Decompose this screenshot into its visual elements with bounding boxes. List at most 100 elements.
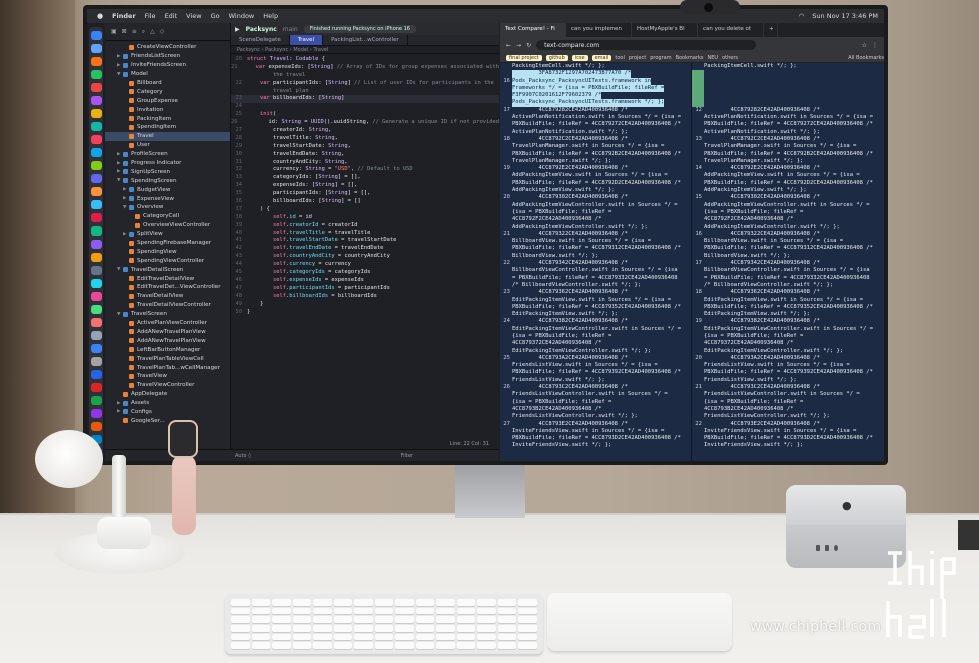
dock-app-icon[interactable] <box>90 395 102 405</box>
reload-icon[interactable]: ↻ <box>526 42 531 49</box>
dock-app-icon[interactable] <box>90 252 102 262</box>
navigator-item[interactable]: ActivePlanViewController <box>105 319 230 328</box>
dock-app-icon[interactable] <box>90 31 102 41</box>
run-icon[interactable]: ▶ <box>235 26 240 33</box>
navigator-item[interactable]: User <box>105 141 230 150</box>
navigator-item[interactable]: ▶ Configs <box>105 408 230 417</box>
navigator-item[interactable]: ▼ Model <box>105 70 230 79</box>
menu-item[interactable]: Edit <box>165 12 178 20</box>
bookmark[interactable]: tool <box>615 55 624 61</box>
dock-app-icon[interactable] <box>90 148 102 158</box>
navigator-item[interactable]: EditTravelDetailView <box>105 274 230 283</box>
navigator-item[interactable]: SpendingViewController <box>105 256 230 265</box>
dock-app-icon[interactable] <box>90 200 102 210</box>
dock-app-icon[interactable] <box>90 291 102 301</box>
menu-item[interactable]: Help <box>263 12 278 20</box>
navigator-item[interactable]: ▼ TravelScreen <box>105 310 230 319</box>
dock-app-icon[interactable] <box>90 226 102 236</box>
dock-app-icon[interactable] <box>90 356 102 366</box>
disclosure-open-icon[interactable]: ▼ <box>117 267 121 272</box>
disclosure-closed-icon[interactable]: ▶ <box>117 401 121 406</box>
back-icon[interactable]: ← <box>506 42 511 49</box>
navigator-item[interactable]: TravelDetailViewController <box>105 301 230 310</box>
diff-right-pane[interactable]: PackingItemCell.swift */; }; 12 4CC879282… <box>692 63 884 461</box>
bookmark[interactable]: program <box>650 55 671 61</box>
dock-app-icon[interactable] <box>90 161 102 171</box>
dock-app-icon[interactable] <box>90 213 102 223</box>
bookmark[interactable]: All Bookmarks <box>848 55 884 61</box>
filter-field[interactable]: Filter <box>401 453 413 459</box>
dock-app-icon[interactable] <box>90 70 102 80</box>
diff-left-pane[interactable]: PackingItemCell.swift */; }; 3FA8732F129… <box>500 63 692 461</box>
breadcrumb[interactable]: Packsync › Packsync › Model › Travel <box>231 46 499 54</box>
menu-item[interactable]: Finder <box>112 12 136 20</box>
dock-app-icon[interactable] <box>90 122 102 132</box>
navigator-item[interactable]: EditTravelDet...ViewController <box>105 283 230 292</box>
dock-app-icon[interactable] <box>90 408 102 418</box>
navigator-item[interactable]: ▶ ProfileScreen <box>105 150 230 159</box>
navigator-item[interactable]: OverviewViewController <box>105 221 230 230</box>
dock-app-icon[interactable] <box>90 174 102 184</box>
navigator-item[interactable]: ▶ Progress Indicator <box>105 159 230 168</box>
disclosure-closed-icon[interactable]: ▶ <box>117 161 121 166</box>
menu-item[interactable]: Go <box>211 12 220 20</box>
dock-app-icon[interactable] <box>90 317 102 327</box>
bookmark[interactable]: others <box>722 55 738 61</box>
navigator-item[interactable]: ▶ SignUpScreen <box>105 167 230 176</box>
new-tab-icon[interactable]: + <box>764 23 778 37</box>
test-icon[interactable]: ◇ <box>160 28 165 35</box>
navigator-item[interactable]: AddANewTravelPlanView <box>105 328 230 337</box>
navigator-item[interactable]: AppDelegate <box>105 390 230 399</box>
navigator-item[interactable]: ▶ Assets <box>105 399 230 408</box>
navigator-item[interactable]: SpendingFirebaseManager <box>105 239 230 248</box>
dock-app-icon[interactable] <box>90 187 102 197</box>
dock-app-icon[interactable] <box>90 278 102 288</box>
disclosure-closed-icon[interactable]: ▶ <box>117 169 121 174</box>
source-control-icon[interactable]: ⊠ <box>122 28 127 35</box>
navigator-item[interactable]: GoogleSer... <box>105 416 230 425</box>
disclosure-open-icon[interactable]: ▼ <box>123 205 127 210</box>
star-icon[interactable]: ☆ <box>862 42 867 49</box>
search-icon[interactable]: ⌕ <box>142 28 145 36</box>
navigator-item[interactable]: CreateViewController <box>105 43 230 52</box>
navigator-item[interactable]: ▶ InviteFriendsScreen <box>105 61 230 70</box>
bookmark[interactable]: Bookmarks <box>676 55 704 61</box>
warning-icon[interactable]: △ <box>150 28 155 35</box>
navigator-item[interactable]: Billboard <box>105 79 230 88</box>
navigator-item[interactable]: TravelViewController <box>105 381 230 390</box>
navigator-item[interactable]: PackingItem <box>105 114 230 123</box>
dock-app-icon[interactable] <box>90 109 102 119</box>
disclosure-closed-icon[interactable]: ▶ <box>123 187 127 192</box>
bookmark[interactable]: NEU <box>708 55 719 61</box>
dock-app-icon[interactable] <box>90 83 102 93</box>
navigator-item[interactable]: TravelView <box>105 372 230 381</box>
dock-app-icon[interactable] <box>90 382 102 392</box>
dock-app-icon[interactable] <box>90 44 102 54</box>
folder-icon[interactable]: ▣ <box>111 28 117 35</box>
navigator-item[interactable]: ▶ BudgetView <box>105 185 230 194</box>
navigator-item[interactable]: SpendingView <box>105 247 230 256</box>
navigator-item[interactable]: ▼ SpendingScreen <box>105 176 230 185</box>
navigator-item[interactable]: ▶ ExpenseView <box>105 194 230 203</box>
symbol-icon[interactable]: ≡ <box>132 28 137 35</box>
bookmark[interactable]: email <box>591 54 612 61</box>
navigator-item[interactable]: ▶ SplitView <box>105 230 230 239</box>
forward-icon[interactable]: → <box>516 42 521 49</box>
dock-app-icon[interactable] <box>90 369 102 379</box>
navigator-item[interactable]: TravelPlanTab...wCellManager <box>105 363 230 372</box>
disclosure-closed-icon[interactable]: ▶ <box>123 232 127 237</box>
disclosure-closed-icon[interactable]: ▶ <box>117 63 121 68</box>
dock-app-icon[interactable] <box>90 343 102 353</box>
editor-tab[interactable]: SceneDelegate <box>231 35 290 45</box>
dock-app-icon[interactable] <box>90 265 102 275</box>
code-view[interactable]: 20 struct Travel: Codable {21 var expense… <box>231 54 499 316</box>
url-field[interactable]: text-compare.com <box>536 40 757 50</box>
dock-app-icon[interactable] <box>90 421 102 431</box>
auto-menu[interactable]: Auto ◊ <box>235 453 251 459</box>
disclosure-open-icon[interactable]: ▼ <box>117 72 121 77</box>
dock-app-icon[interactable] <box>90 330 102 340</box>
dock-app-icon[interactable] <box>90 57 102 67</box>
navigator-item[interactable]: Travel <box>105 131 230 141</box>
bookmark[interactable]: icse <box>571 54 588 61</box>
navigator-item[interactable]: AddANewTravelPlanView <box>105 336 230 345</box>
